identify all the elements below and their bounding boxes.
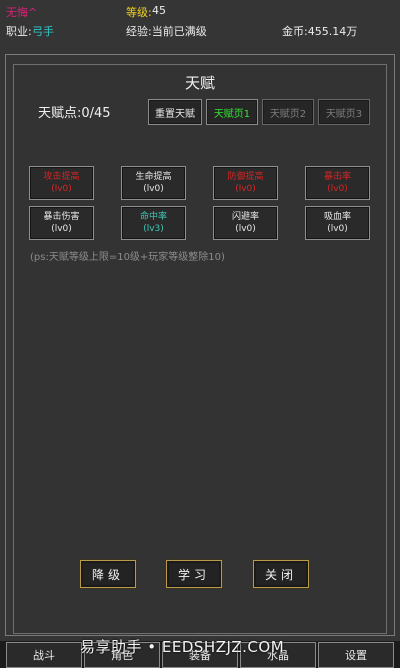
talent-hit-rate[interactable]: 命中率 (lv3) — [121, 206, 186, 240]
talent-name: 攻击提高 — [43, 172, 80, 182]
talent-name: 闪避率 — [231, 212, 259, 222]
level-label: 等级: — [126, 6, 152, 19]
talent-lifesteal-rate[interactable]: 吸血率 (lv0) — [305, 206, 370, 240]
talent-level: (lv0) — [51, 184, 72, 194]
reset-talent-button[interactable]: 重置天赋 — [148, 99, 202, 125]
experience-text: 经验:当前已满级 — [126, 25, 207, 38]
level-value: 45 — [152, 4, 166, 17]
talent-name: 吸血率 — [323, 212, 351, 222]
tab-battle[interactable]: 战斗 — [6, 642, 82, 668]
talent-defense-up[interactable]: 防御提高 (lv0) — [213, 166, 278, 200]
talent-level: (lv0) — [143, 184, 164, 194]
talent-crit-damage[interactable]: 暴击伤害 (lv0) — [29, 206, 94, 240]
tab-talent-page-1[interactable]: 天赋页1 — [206, 99, 258, 125]
talent-level: (lv0) — [235, 224, 256, 234]
tab-talent-page-2[interactable]: 天赋页2 — [262, 99, 314, 125]
talent-name: 命中率 — [139, 212, 167, 222]
talent-attack-up[interactable]: 攻击提高 (lv0) — [29, 166, 94, 200]
class-label: 职业: — [6, 25, 32, 38]
gold-text: 金币:455.14万 — [282, 25, 358, 38]
talent-level: (lv3) — [143, 224, 164, 234]
talent-level: (lv0) — [51, 224, 72, 234]
talent-cap-note: (ps:天赋等级上限=10级+玩家等级整除10) — [30, 252, 225, 263]
talent-level: (lv0) — [235, 184, 256, 194]
talent-points: 天赋点:0/45 — [38, 106, 111, 121]
class-value: 弓手 — [32, 25, 54, 38]
talent-name: 暴击伤害 — [43, 212, 80, 222]
player-stats: 无悔^ 等级: 45 职业: 弓手 经验:当前已满级 金币:455.14万 — [0, 0, 400, 42]
talent-hp-up[interactable]: 生命提高 (lv0) — [121, 166, 186, 200]
downgrade-button[interactable]: 降级 — [80, 560, 136, 588]
talent-level: (lv0) — [327, 224, 348, 234]
talent-name: 防御提高 — [227, 172, 264, 182]
talent-dodge-rate[interactable]: 闪避率 (lv0) — [213, 206, 278, 240]
player-name: 无悔^ — [6, 6, 38, 19]
talent-name: 暴击率 — [323, 172, 351, 182]
watermark: 易享助手 • EEDSHZJZ.COM — [80, 638, 285, 656]
tab-settings[interactable]: 设置 — [318, 642, 394, 668]
talent-name: 生命提高 — [135, 172, 172, 182]
talent-panel — [13, 64, 387, 634]
talent-level: (lv0) — [327, 184, 348, 194]
talent-crit-rate[interactable]: 暴击率 (lv0) — [305, 166, 370, 200]
panel-title: 天赋 — [184, 74, 215, 92]
close-button[interactable]: 关闭 — [253, 560, 309, 588]
tab-talent-page-3[interactable]: 天赋页3 — [318, 99, 370, 125]
learn-button[interactable]: 学习 — [166, 560, 222, 588]
